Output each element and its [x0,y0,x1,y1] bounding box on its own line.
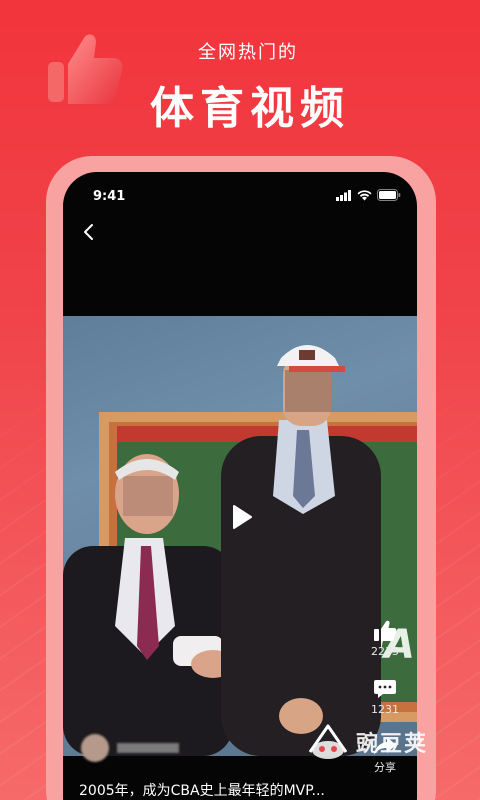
signal-icon [336,189,351,201]
video-person-left [63,454,233,756]
video-player[interactable]: NA [63,316,417,756]
back-button[interactable] [77,220,101,244]
header-subtitle: 全网热门的 [198,42,298,63]
status-time: 9:41 [93,189,126,204]
author-row[interactable] [81,734,179,762]
wifi-icon [357,189,372,200]
header-title: 体育视频 [150,83,350,134]
thumbs-up-icon [374,620,397,641]
phone-screen: 9:41 NA 2235 1231 分享 2005年，成为CBA史上最年轻的MV… [63,172,417,800]
comment-button[interactable]: 1231 [371,678,399,716]
watermark-text: 豌豆荚 [356,732,429,757]
video-person-right [221,345,381,756]
play-icon[interactable] [231,504,253,530]
avatar[interactable] [81,734,109,762]
like-count: 2235 [371,645,399,658]
wandoujia-logo-icon [308,724,348,759]
battery-icon [377,189,401,201]
watermark: 豌豆荚 [306,722,428,762]
comment-icon [374,680,396,698]
video-caption: 2005年，成为CBA史上最年轻的MVP... [79,783,325,799]
comment-count: 1231 [371,703,399,716]
like-button[interactable]: 2235 [371,620,399,658]
status-icons [336,189,401,201]
side-actions: 2235 1231 分享 [365,620,405,795]
author-name-blurred [117,743,179,753]
